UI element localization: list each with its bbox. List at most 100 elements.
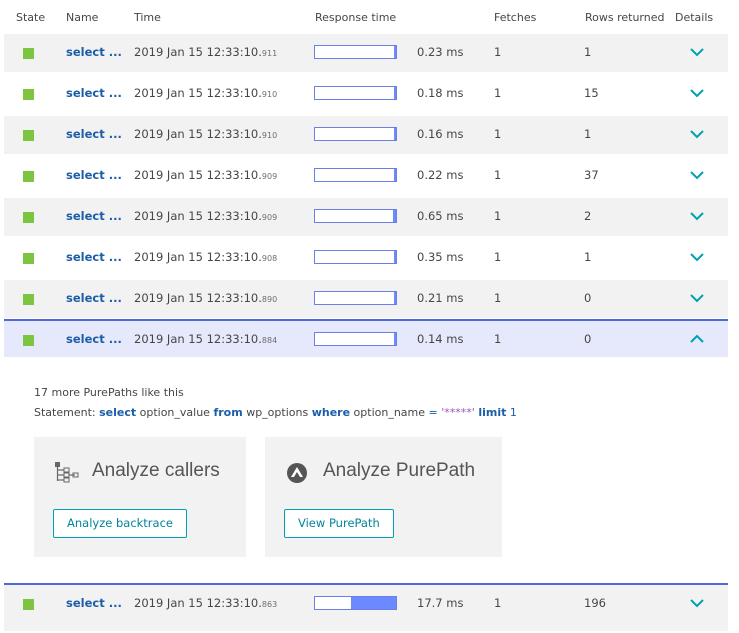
chevron-down-icon[interactable] — [689, 292, 705, 304]
row-rows-returned: 1 — [584, 250, 592, 264]
table-row[interactable]: select ... 2019 Jan 15 12:33:10.911 0.23 m… — [4, 34, 728, 72]
state-ok-indicator — [23, 253, 34, 264]
statement-name-link[interactable]: select ... — [66, 332, 122, 346]
row-rows-returned: 0 — [584, 291, 592, 305]
row-time: 2019 Jan 15 12:33:10.911 — [134, 45, 277, 59]
row-time: 2019 Jan 15 12:33:10.908 — [134, 250, 277, 264]
table-row[interactable]: select ... 2019 Jan 15 12:33:10.890 0.21 m… — [4, 280, 728, 318]
statement-name-link[interactable]: select ... — [66, 250, 122, 264]
row-time-main: 2019 Jan 15 12:33:10. — [134, 209, 262, 223]
statement-name-link[interactable]: select ... — [66, 127, 122, 141]
column-header-state[interactable]: State — [16, 11, 45, 24]
sql-condition-column: option_name — [353, 406, 426, 419]
row-time-ms: 910 — [261, 90, 278, 99]
table-row[interactable]: select ... 2019 Jan 15 12:33:10.910 0.18 m… — [4, 75, 728, 113]
table-row[interactable]: select ... 2019 Jan 15 12:33:10.909 0.22 m… — [4, 157, 728, 195]
column-header-name[interactable]: Name — [66, 11, 98, 24]
row-time-ms: 863 — [261, 600, 278, 609]
row-response-time: 17.7 ms — [417, 596, 464, 610]
state-ok-indicator — [23, 294, 34, 305]
view-purepath-button[interactable]: View PurePath — [284, 509, 394, 538]
row-time-ms: 909 — [261, 213, 278, 222]
table-row[interactable]: select ... 2019 Jan 15 12:33:10.908 0.35 m… — [4, 239, 728, 277]
row-response-time: 0.18 ms — [417, 86, 464, 100]
response-time-bar — [314, 596, 397, 610]
callers-tree-icon — [54, 461, 80, 485]
column-header-response-time[interactable]: Response time — [315, 11, 396, 24]
chevron-down-icon[interactable] — [689, 597, 705, 609]
row-fetches: 1 — [494, 596, 502, 610]
response-time-bar-fill — [394, 128, 396, 140]
chevron-up-icon[interactable] — [689, 333, 705, 345]
statement-name-link[interactable]: select ... — [66, 291, 122, 305]
statement-details-panel: 17 more PurePaths like this Statement: s… — [0, 360, 739, 582]
sql-keyword: where — [311, 406, 351, 419]
response-time-bar — [314, 45, 397, 59]
statement-name-link[interactable]: select ... — [66, 596, 122, 610]
row-time: 2019 Jan 15 12:33:10.863 — [134, 596, 277, 610]
response-time-bar — [314, 291, 397, 305]
analyze-callers-card: Analyze callers Analyze backtrace — [34, 437, 246, 557]
response-time-bar — [314, 209, 397, 223]
analyze-backtrace-button[interactable]: Analyze backtrace — [53, 509, 187, 538]
row-rows-returned: 1 — [584, 127, 592, 141]
chevron-down-icon[interactable] — [689, 210, 705, 222]
column-header-rows-returned[interactable]: Rows returned — [585, 11, 665, 24]
row-time: 2019 Jan 15 12:33:10.890 — [134, 291, 277, 305]
sql-operator: = — [428, 406, 438, 419]
response-time-bar-fill — [394, 46, 396, 58]
chevron-down-icon[interactable] — [689, 169, 705, 181]
row-rows-returned: 37 — [584, 168, 599, 182]
chevron-down-icon[interactable] — [689, 251, 705, 263]
response-time-bar-fill — [351, 597, 396, 609]
row-response-time: 0.22 ms — [417, 168, 464, 182]
sql-statement: Statement: select option_value from wp_o… — [34, 406, 517, 419]
row-time-ms: 911 — [261, 49, 278, 58]
row-rows-returned: 2 — [584, 209, 592, 223]
sql-limit-value: 1 — [509, 406, 517, 419]
row-fetches: 1 — [494, 168, 502, 182]
response-time-bar — [314, 250, 397, 264]
row-response-time: 0.16 ms — [417, 127, 464, 141]
state-ok-indicator — [23, 130, 34, 141]
table-header: State Name Time Response time Fetches Ro… — [0, 0, 739, 34]
analyze-purepath-card: Analyze PurePath View PurePath — [265, 437, 502, 557]
response-time-bar-fill — [393, 210, 396, 222]
statement-name-link[interactable]: select ... — [66, 209, 122, 223]
statement-name-link[interactable]: select ... — [66, 86, 122, 100]
state-ok-indicator — [23, 335, 34, 346]
row-response-time: 0.21 ms — [417, 291, 464, 305]
row-response-time: 0.14 ms — [417, 332, 464, 346]
row-time-main: 2019 Jan 15 12:33:10. — [134, 250, 262, 264]
chevron-down-icon[interactable] — [689, 46, 705, 58]
row-time-main: 2019 Jan 15 12:33:10. — [134, 332, 262, 346]
row-time-main: 2019 Jan 15 12:33:10. — [134, 168, 262, 182]
row-fetches: 1 — [494, 209, 502, 223]
chevron-down-icon[interactable] — [689, 87, 705, 99]
row-time-main: 2019 Jan 15 12:33:10. — [134, 45, 262, 59]
chevron-down-icon[interactable] — [689, 128, 705, 140]
statement-name-link[interactable]: select ... — [66, 45, 122, 59]
sql-column: option_value — [139, 406, 210, 419]
sql-literal: '*****' — [441, 406, 475, 419]
row-time: 2019 Jan 15 12:33:10.909 — [134, 168, 277, 182]
table-row[interactable]: select ... 2019 Jan 15 12:33:10.910 0.16 m… — [4, 116, 728, 154]
table-row[interactable]: select ... 2019 Jan 15 12:33:10.863 17.7 m… — [4, 583, 728, 631]
row-time-ms: 890 — [261, 295, 278, 304]
row-time: 2019 Jan 15 12:33:10.910 — [134, 127, 277, 141]
statement-name-link[interactable]: select ... — [66, 168, 122, 182]
column-header-fetches[interactable]: Fetches — [494, 11, 536, 24]
row-rows-returned: 1 — [584, 45, 592, 59]
table-row[interactable]: select ... 2019 Jan 15 12:33:10.909 0.65 m… — [4, 198, 728, 236]
table-row[interactable]: select ... 2019 Jan 15 12:33:10.884 0.14 m… — [4, 319, 728, 357]
sql-keyword: limit — [478, 406, 507, 419]
row-fetches: 1 — [494, 250, 502, 264]
column-header-time[interactable]: Time — [134, 11, 161, 24]
row-response-time: 0.23 ms — [417, 45, 464, 59]
row-time-ms: 908 — [261, 254, 278, 263]
row-time: 2019 Jan 15 12:33:10.910 — [134, 86, 277, 100]
row-response-time: 0.35 ms — [417, 250, 464, 264]
row-fetches: 1 — [494, 45, 502, 59]
row-fetches: 1 — [494, 86, 502, 100]
state-ok-indicator — [23, 212, 34, 223]
